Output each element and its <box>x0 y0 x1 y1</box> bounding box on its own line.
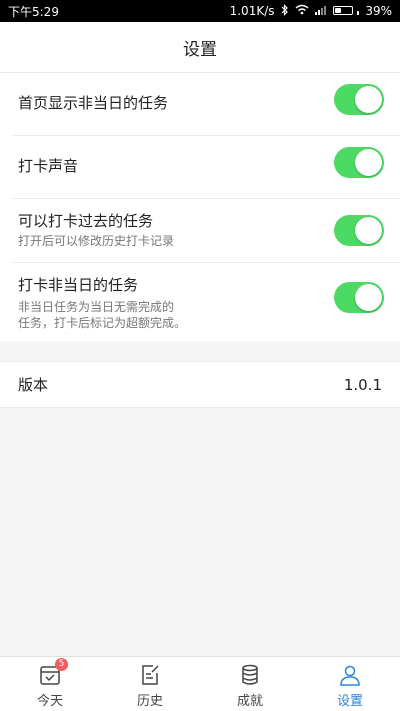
coin-stack-icon <box>238 663 262 687</box>
tab-label: 设置 <box>336 694 363 709</box>
show-non-today-toggle[interactable] <box>334 84 384 115</box>
setting-row-show-non-today: 首页显示非当日的任务 <box>0 73 400 135</box>
tab-label: 今天 <box>36 694 63 709</box>
setting-description-line-1: 非当日任务为当日无需完成的 <box>18 300 175 314</box>
battery-percent: 39% <box>365 4 392 18</box>
tab-achievements[interactable]: 成就 <box>200 657 300 711</box>
edit-note-icon <box>138 663 162 687</box>
signal-icon <box>314 4 327 18</box>
version-section: 版本 1.0.1 <box>0 361 400 408</box>
version-value: 1.0.1 <box>343 375 382 394</box>
nav-bar: 设置 <box>0 22 400 73</box>
network-speed: 1.01K/s <box>229 4 275 18</box>
version-label: 版本 <box>18 376 49 394</box>
setting-row-checkin-non-today: 打卡非当日的任务 非当日任务为当日无需完成的 任务，打卡后标记为超额完成。 <box>0 263 400 341</box>
bluetooth-icon <box>281 3 289 19</box>
tab-history[interactable]: 历史 <box>100 657 200 711</box>
checkin-past-toggle[interactable] <box>334 215 384 246</box>
checkin-sound-toggle[interactable] <box>334 147 384 178</box>
bottom-tab-bar: 5 今天 历史 成就 设置 <box>0 656 400 711</box>
user-icon <box>338 663 362 687</box>
setting-row-checkin-sound: 打卡声音 <box>0 136 400 198</box>
setting-row-checkin-past: 可以打卡过去的任务 打开后可以修改历史打卡记录 <box>0 199 400 263</box>
settings-list: 首页显示非当日的任务 打卡声音 可以打卡过去的任务 打开后可以修改历史打卡记录 … <box>0 73 400 341</box>
checkin-non-today-toggle[interactable] <box>334 282 384 313</box>
setting-title: 打卡非当日的任务 <box>18 276 139 294</box>
status-indicators: 1.01K/s 39% <box>229 3 392 19</box>
setting-description: 打开后可以修改历史打卡记录 <box>18 234 175 248</box>
tab-label: 成就 <box>236 694 263 709</box>
status-bar: 下午5:29 1.01K/s 39% <box>0 0 400 22</box>
calendar-check-icon: 5 <box>38 658 68 687</box>
battery-icon <box>332 4 360 18</box>
wifi-icon <box>295 4 309 18</box>
tab-today[interactable]: 5 今天 <box>0 657 100 711</box>
setting-title: 打卡声音 <box>18 157 79 175</box>
setting-description-line-2: 任务，打卡后标记为超额完成。 <box>18 316 187 330</box>
version-row: 版本 1.0.1 <box>0 362 400 407</box>
setting-title: 首页显示非当日的任务 <box>18 94 169 112</box>
tab-badge: 5 <box>55 658 68 671</box>
page-title: 设置 <box>183 39 217 60</box>
tab-settings[interactable]: 设置 <box>300 657 400 711</box>
status-time: 下午5:29 <box>8 4 59 19</box>
setting-title: 可以打卡过去的任务 <box>18 212 154 230</box>
tab-label: 历史 <box>136 694 163 709</box>
